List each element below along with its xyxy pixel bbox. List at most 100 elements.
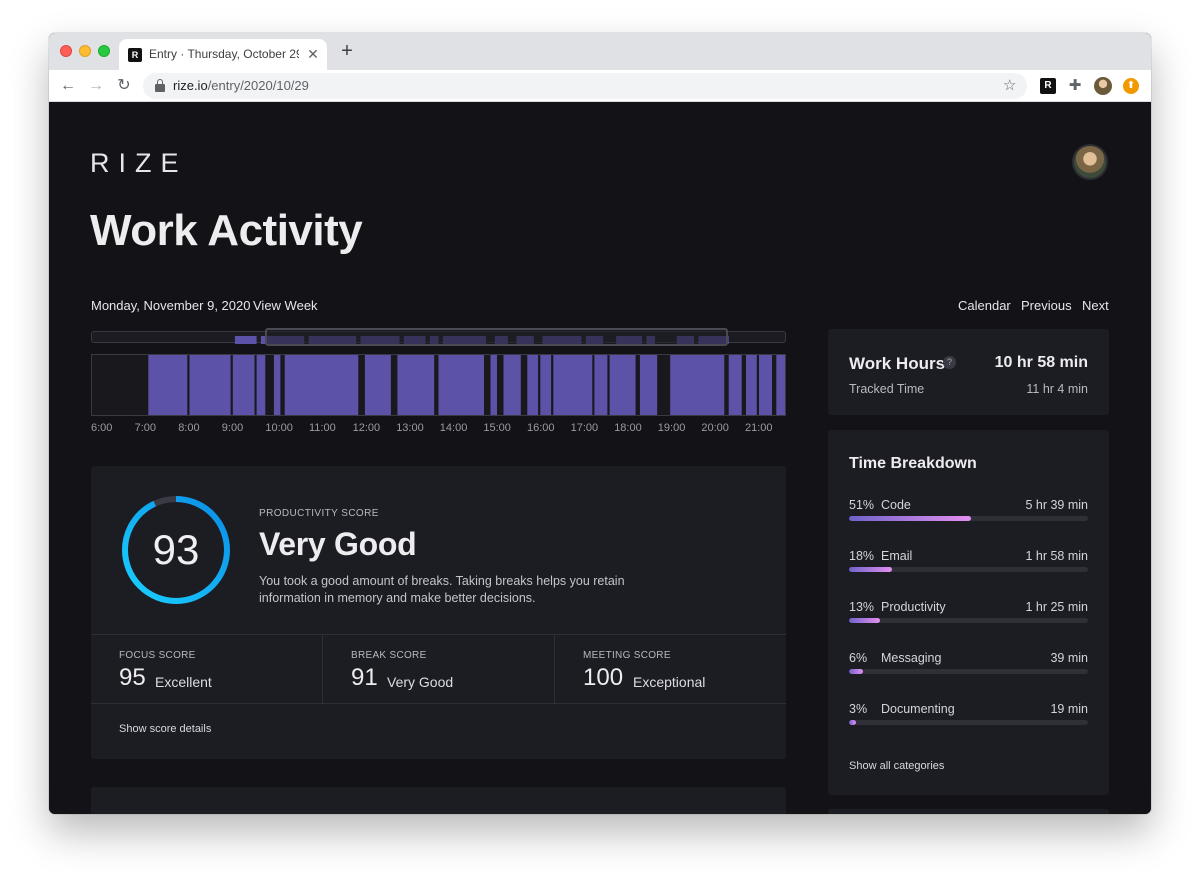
browser-toolbar: ← → ↻ rize.io/entry/2020/10/29 ☆ R ✚ ⬆ xyxy=(49,70,1151,102)
timeline-activity-block[interactable] xyxy=(540,355,552,415)
timeline-activity-block[interactable] xyxy=(746,355,757,415)
url-path: /entry/2020/10/29 xyxy=(207,78,309,93)
timeline-hour-label: 12:00 xyxy=(352,422,381,434)
breakdown-category: Productivity xyxy=(881,600,946,614)
breakdown-row-code[interactable]: 51% Code 5 hr 39 min xyxy=(849,498,1088,524)
sub-scores-row: FOCUS SCORE 95 Excellent BREAK SCORE 91 … xyxy=(91,634,786,704)
breakdown-percent: 13% xyxy=(849,600,875,614)
timeline-hour-label: 20:00 xyxy=(701,422,729,434)
breakdown-row-documenting[interactable]: 3% Documenting 19 min xyxy=(849,702,1088,728)
timeline-activity-block[interactable] xyxy=(256,355,266,415)
breakdown-bar-track xyxy=(849,618,1088,623)
timeline-activity-block[interactable] xyxy=(189,355,231,415)
timeline-hour-label: 6:00 xyxy=(91,422,113,434)
timeline-hour-label: 18:00 xyxy=(614,422,642,434)
tracked-time-label: Tracked Time xyxy=(849,382,925,396)
timeline-hour-label: 13:00 xyxy=(396,422,424,434)
breakdown-bar-track xyxy=(849,669,1088,674)
breakdown-bar-track xyxy=(849,720,1088,725)
browser-window: R Entry · Thursday, October 29, 2020 ✕ +… xyxy=(49,33,1151,814)
extensions-puzzle-icon[interactable]: ✚ xyxy=(1067,78,1083,94)
next-side-card xyxy=(828,809,1109,814)
breakdown-bar-fill xyxy=(849,720,857,725)
timeline-activity-block[interactable] xyxy=(232,355,255,415)
timeline-activity-block[interactable] xyxy=(553,355,593,415)
help-icon[interactable]: ? xyxy=(943,356,956,369)
page-title: Work Activity xyxy=(90,206,363,255)
lock-icon xyxy=(155,79,165,92)
browser-tab-bar: R Entry · Thursday, October 29, 2020 ✕ + xyxy=(49,33,1151,70)
timeline-activity-block[interactable] xyxy=(759,355,772,415)
window-close-button[interactable] xyxy=(60,45,72,57)
productivity-description: You took a good amount of breaks. Taking… xyxy=(259,574,625,605)
breakdown-bar-fill xyxy=(849,567,893,572)
next-link[interactable]: Next xyxy=(1082,298,1109,313)
productivity-score-label: PRODUCTIVITY SCORE xyxy=(259,508,379,519)
timeline-activity-block[interactable] xyxy=(639,355,658,415)
previous-link[interactable]: Previous xyxy=(1021,298,1072,313)
activity-timeline[interactable] xyxy=(91,354,786,416)
breakdown-bar-fill xyxy=(849,669,864,674)
timeline-blocks xyxy=(148,355,785,415)
timeline-activity-block[interactable] xyxy=(670,355,725,415)
minimap-range-handle[interactable] xyxy=(265,328,728,346)
timeline-hour-label: 16:00 xyxy=(527,422,555,434)
breakdown-row-email[interactable]: 18% Email 1 hr 58 min xyxy=(849,549,1088,575)
timeline-activity-block[interactable] xyxy=(364,355,391,415)
break-score-rating: Very Good xyxy=(387,674,454,690)
profile-avatar-icon[interactable] xyxy=(1094,77,1112,95)
calendar-link[interactable]: Calendar xyxy=(958,298,1011,313)
timeline-activity-block[interactable] xyxy=(776,355,785,415)
forward-arrow-icon[interactable]: → xyxy=(85,75,107,97)
timeline-hour-label: 7:00 xyxy=(134,422,157,434)
back-arrow-icon[interactable]: ← xyxy=(57,75,79,97)
user-avatar[interactable] xyxy=(1072,144,1108,180)
timeline-activity-block[interactable] xyxy=(397,355,435,415)
timeline-activity-block[interactable] xyxy=(527,355,539,415)
meeting-score-label: MEETING SCORE xyxy=(583,650,671,661)
timeline-activity-block[interactable] xyxy=(273,355,281,415)
timeline-activity-block[interactable] xyxy=(728,355,742,415)
work-hours-card: Work Hours ? 10 hr 58 min Tracked Time 1… xyxy=(828,329,1109,415)
breakdown-time: 39 min xyxy=(1050,651,1088,665)
breakdown-category: Documenting xyxy=(881,702,955,716)
timeline-hour-label: 19:00 xyxy=(657,422,686,434)
view-week-link[interactable]: View Week xyxy=(253,298,318,313)
timeline-activity-block[interactable] xyxy=(438,355,485,415)
show-all-categories-link[interactable]: Show all categories xyxy=(849,760,944,772)
url-text: rize.io/entry/2020/10/29 xyxy=(173,78,309,93)
work-hours-title: Work Hours xyxy=(849,354,946,373)
productivity-score-card: 93 PRODUCTIVITY SCORE Very Good You took… xyxy=(91,466,786,759)
new-tab-icon[interactable]: + xyxy=(337,41,357,61)
window-zoom-button[interactable] xyxy=(98,45,110,57)
browser-tab[interactable]: R Entry · Thursday, October 29, 2020 ✕ xyxy=(119,39,327,70)
timeline-activity-block[interactable] xyxy=(148,355,188,415)
timeline-activity-block[interactable] xyxy=(503,355,521,415)
bookmark-star-icon[interactable]: ☆ xyxy=(1003,76,1016,94)
timeline-hour-label: 21:00 xyxy=(745,422,773,434)
breakdown-percent: 18% xyxy=(849,549,875,563)
focus-score-rating: Excellent xyxy=(155,674,212,690)
timeline-hour-label: 17:00 xyxy=(570,422,599,434)
breakdown-row-productivity[interactable]: 13% Productivity 1 hr 25 min xyxy=(849,600,1088,626)
rize-logo[interactable]: RIZE xyxy=(90,148,188,179)
timeline-activity-block[interactable] xyxy=(609,355,636,415)
address-bar[interactable]: rize.io/entry/2020/10/29 ☆ xyxy=(143,73,1027,99)
breakdown-row-messaging[interactable]: 6% Messaging 39 min xyxy=(849,651,1088,677)
breakdown-bar-track xyxy=(849,567,1088,572)
window-minimize-button[interactable] xyxy=(79,45,91,57)
focus-score-label: FOCUS SCORE xyxy=(119,650,196,661)
update-icon[interactable]: ⬆ xyxy=(1123,78,1139,94)
show-score-details-link[interactable]: Show score details xyxy=(119,723,211,735)
timeline-hour-label: 11:00 xyxy=(309,422,336,434)
break-score: BREAK SCORE 91 Very Good xyxy=(322,635,554,703)
breakdown-bar-fill xyxy=(849,618,881,623)
timeline-activity-block[interactable] xyxy=(594,355,608,415)
timeline-activity-block[interactable] xyxy=(490,355,498,415)
breakdown-category: Messaging xyxy=(881,651,942,665)
tab-close-icon[interactable]: ✕ xyxy=(305,46,321,62)
rize-extension-icon[interactable]: R xyxy=(1040,78,1056,94)
timeline-activity-block[interactable] xyxy=(284,355,359,415)
timeline-hour-label: 8:00 xyxy=(178,422,200,434)
reload-icon[interactable]: ↻ xyxy=(113,75,135,97)
